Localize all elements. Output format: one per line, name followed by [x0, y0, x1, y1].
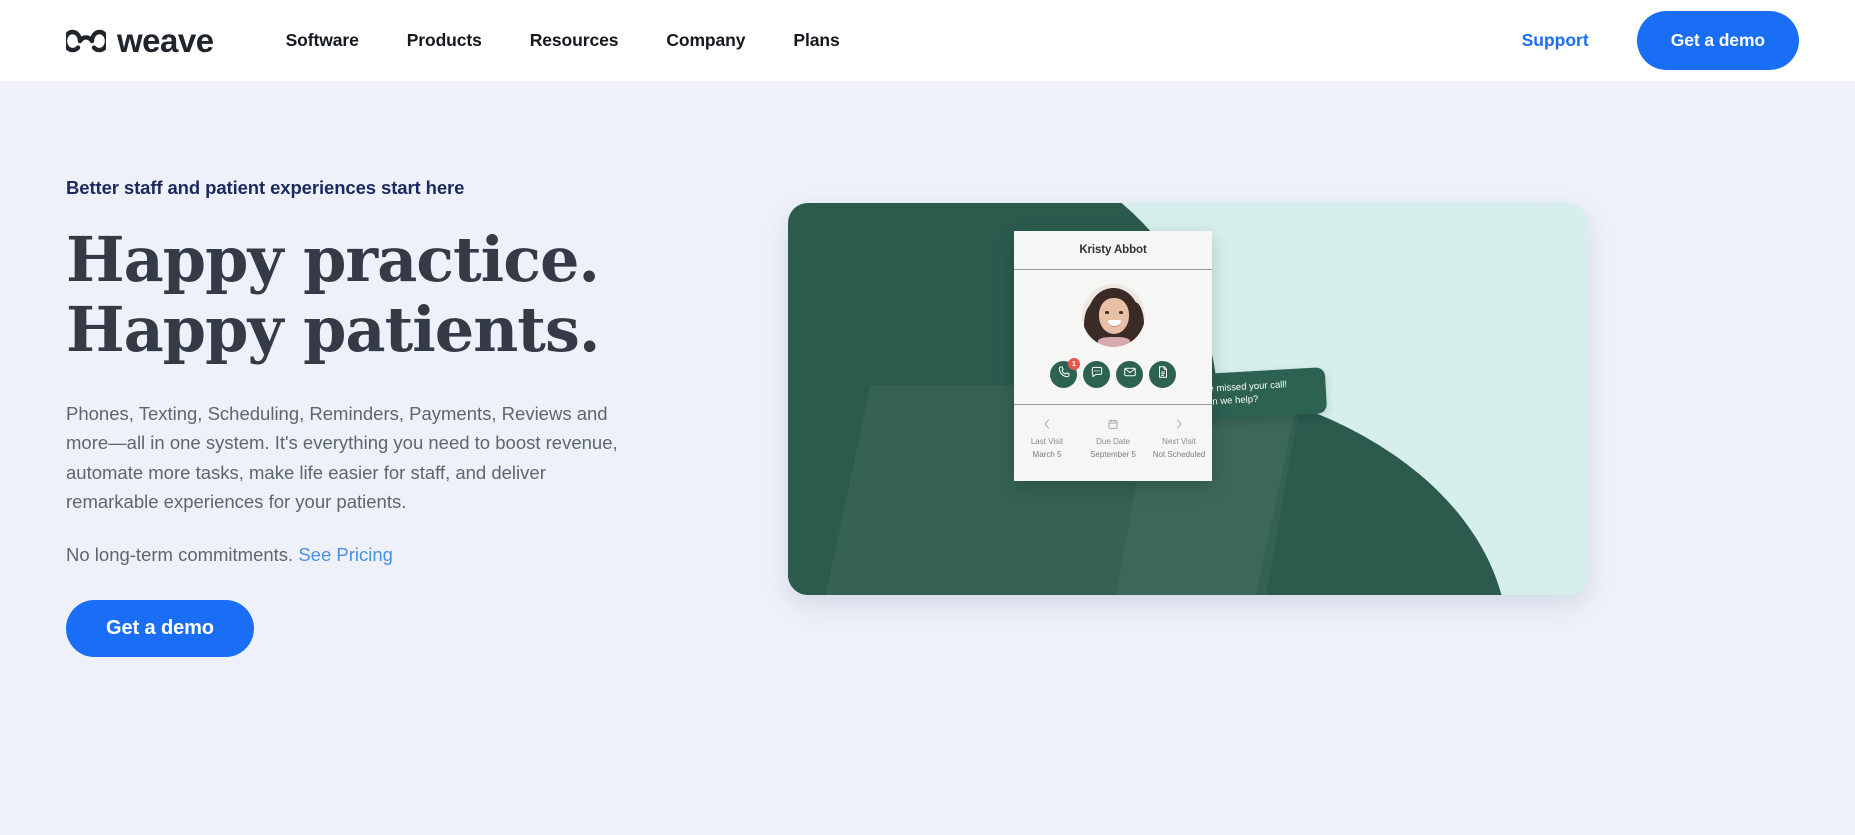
email-action-button[interactable] — [1116, 361, 1143, 388]
get-a-demo-button-hero[interactable]: Get a demo — [66, 599, 254, 657]
headline-line-2: Happy patients. — [66, 293, 600, 367]
patient-card: Kristy Abbot 1 Last Visit March 5 Due Da… — [1014, 231, 1212, 481]
avatar-shoulders — [1097, 337, 1130, 347]
next-visit-label: Next Visit — [1162, 437, 1196, 446]
calendar-icon[interactable] — [1107, 417, 1119, 431]
patient-card-header: Kristy Abbot — [1014, 231, 1212, 270]
document-icon — [1156, 365, 1170, 384]
headline-line-1: Happy practice. — [66, 223, 600, 296]
avatar — [1081, 284, 1145, 347]
weave-logo[interactable]: weave — [62, 22, 214, 59]
due-date-value: September 5 — [1090, 450, 1136, 459]
hero-image-column: we missed your call! can we help? Kristy… — [726, 81, 1799, 835]
envelope-icon — [1123, 365, 1137, 384]
support-link[interactable]: Support — [1522, 30, 1589, 51]
hero-subcopy: Phones, Texting, Scheduling, Reminders, … — [66, 403, 618, 512]
last-visit-column[interactable]: Last Visit March 5 — [1014, 417, 1080, 481]
chevron-right-icon[interactable] — [1173, 417, 1185, 431]
nav-item-products[interactable]: Products — [383, 30, 506, 51]
see-pricing-link[interactable]: See Pricing — [298, 544, 393, 565]
patient-card-actions: 1 — [1050, 358, 1176, 388]
phone-action-button[interactable]: 1 — [1050, 358, 1080, 388]
chevron-left-icon[interactable] — [1041, 417, 1053, 431]
due-date-label: Due Date — [1096, 437, 1130, 446]
hero-text-column: Better staff and patient experiences sta… — [66, 81, 726, 835]
nav-right-group: Support Get a demo — [1522, 11, 1799, 70]
page-title: Happy practice. Happy patients. — [66, 223, 726, 367]
top-navigation-bar: weave Software Products Resources Compan… — [0, 0, 1855, 81]
due-date-column[interactable]: Due Date September 5 — [1080, 417, 1146, 481]
pricing-text: No long-term commitments. — [66, 543, 299, 565]
get-a-demo-button-nav[interactable]: Get a demo — [1636, 11, 1799, 70]
last-visit-value: March 5 — [1032, 450, 1062, 459]
chat-bubble-icon — [1090, 365, 1104, 384]
phone-unread-badge: 1 — [1068, 358, 1080, 370]
avatar-eye-right — [1118, 311, 1123, 314]
pricing-line: No long-term commitments. See Pricing — [66, 544, 726, 566]
nav-item-company[interactable]: Company — [642, 30, 769, 51]
phone-icon — [1057, 365, 1071, 384]
hero-illustration: we missed your call! can we help? Kristy… — [788, 203, 1588, 595]
document-action-button[interactable] — [1149, 361, 1176, 388]
last-visit-label: Last Visit — [1030, 437, 1064, 446]
hero-eyebrow: Better staff and patient experiences sta… — [66, 177, 465, 198]
patient-card-footer: Last Visit March 5 Due Date September 5 — [1014, 405, 1212, 481]
weave-loops-logo-icon — [62, 26, 110, 56]
next-visit-column[interactable]: Next Visit Not Scheduled — [1146, 417, 1212, 481]
nav-item-software[interactable]: Software — [262, 30, 383, 51]
hero-section: Better staff and patient experiences sta… — [0, 81, 1855, 835]
logo-wordmark: weave — [117, 22, 214, 59]
next-visit-value: Not Scheduled — [1152, 450, 1206, 459]
avatar-smile — [1107, 320, 1121, 327]
message-action-button[interactable] — [1083, 361, 1110, 388]
nav-links: Software Products Resources Company Plan… — [262, 30, 864, 51]
patient-name: Kristy Abbot — [1079, 244, 1147, 256]
avatar-eye-left — [1104, 311, 1109, 314]
patient-card-body: 1 — [1014, 270, 1212, 405]
avatar-face — [1098, 298, 1129, 334]
nav-item-plans[interactable]: Plans — [769, 30, 863, 51]
nav-item-resources[interactable]: Resources — [506, 30, 643, 51]
